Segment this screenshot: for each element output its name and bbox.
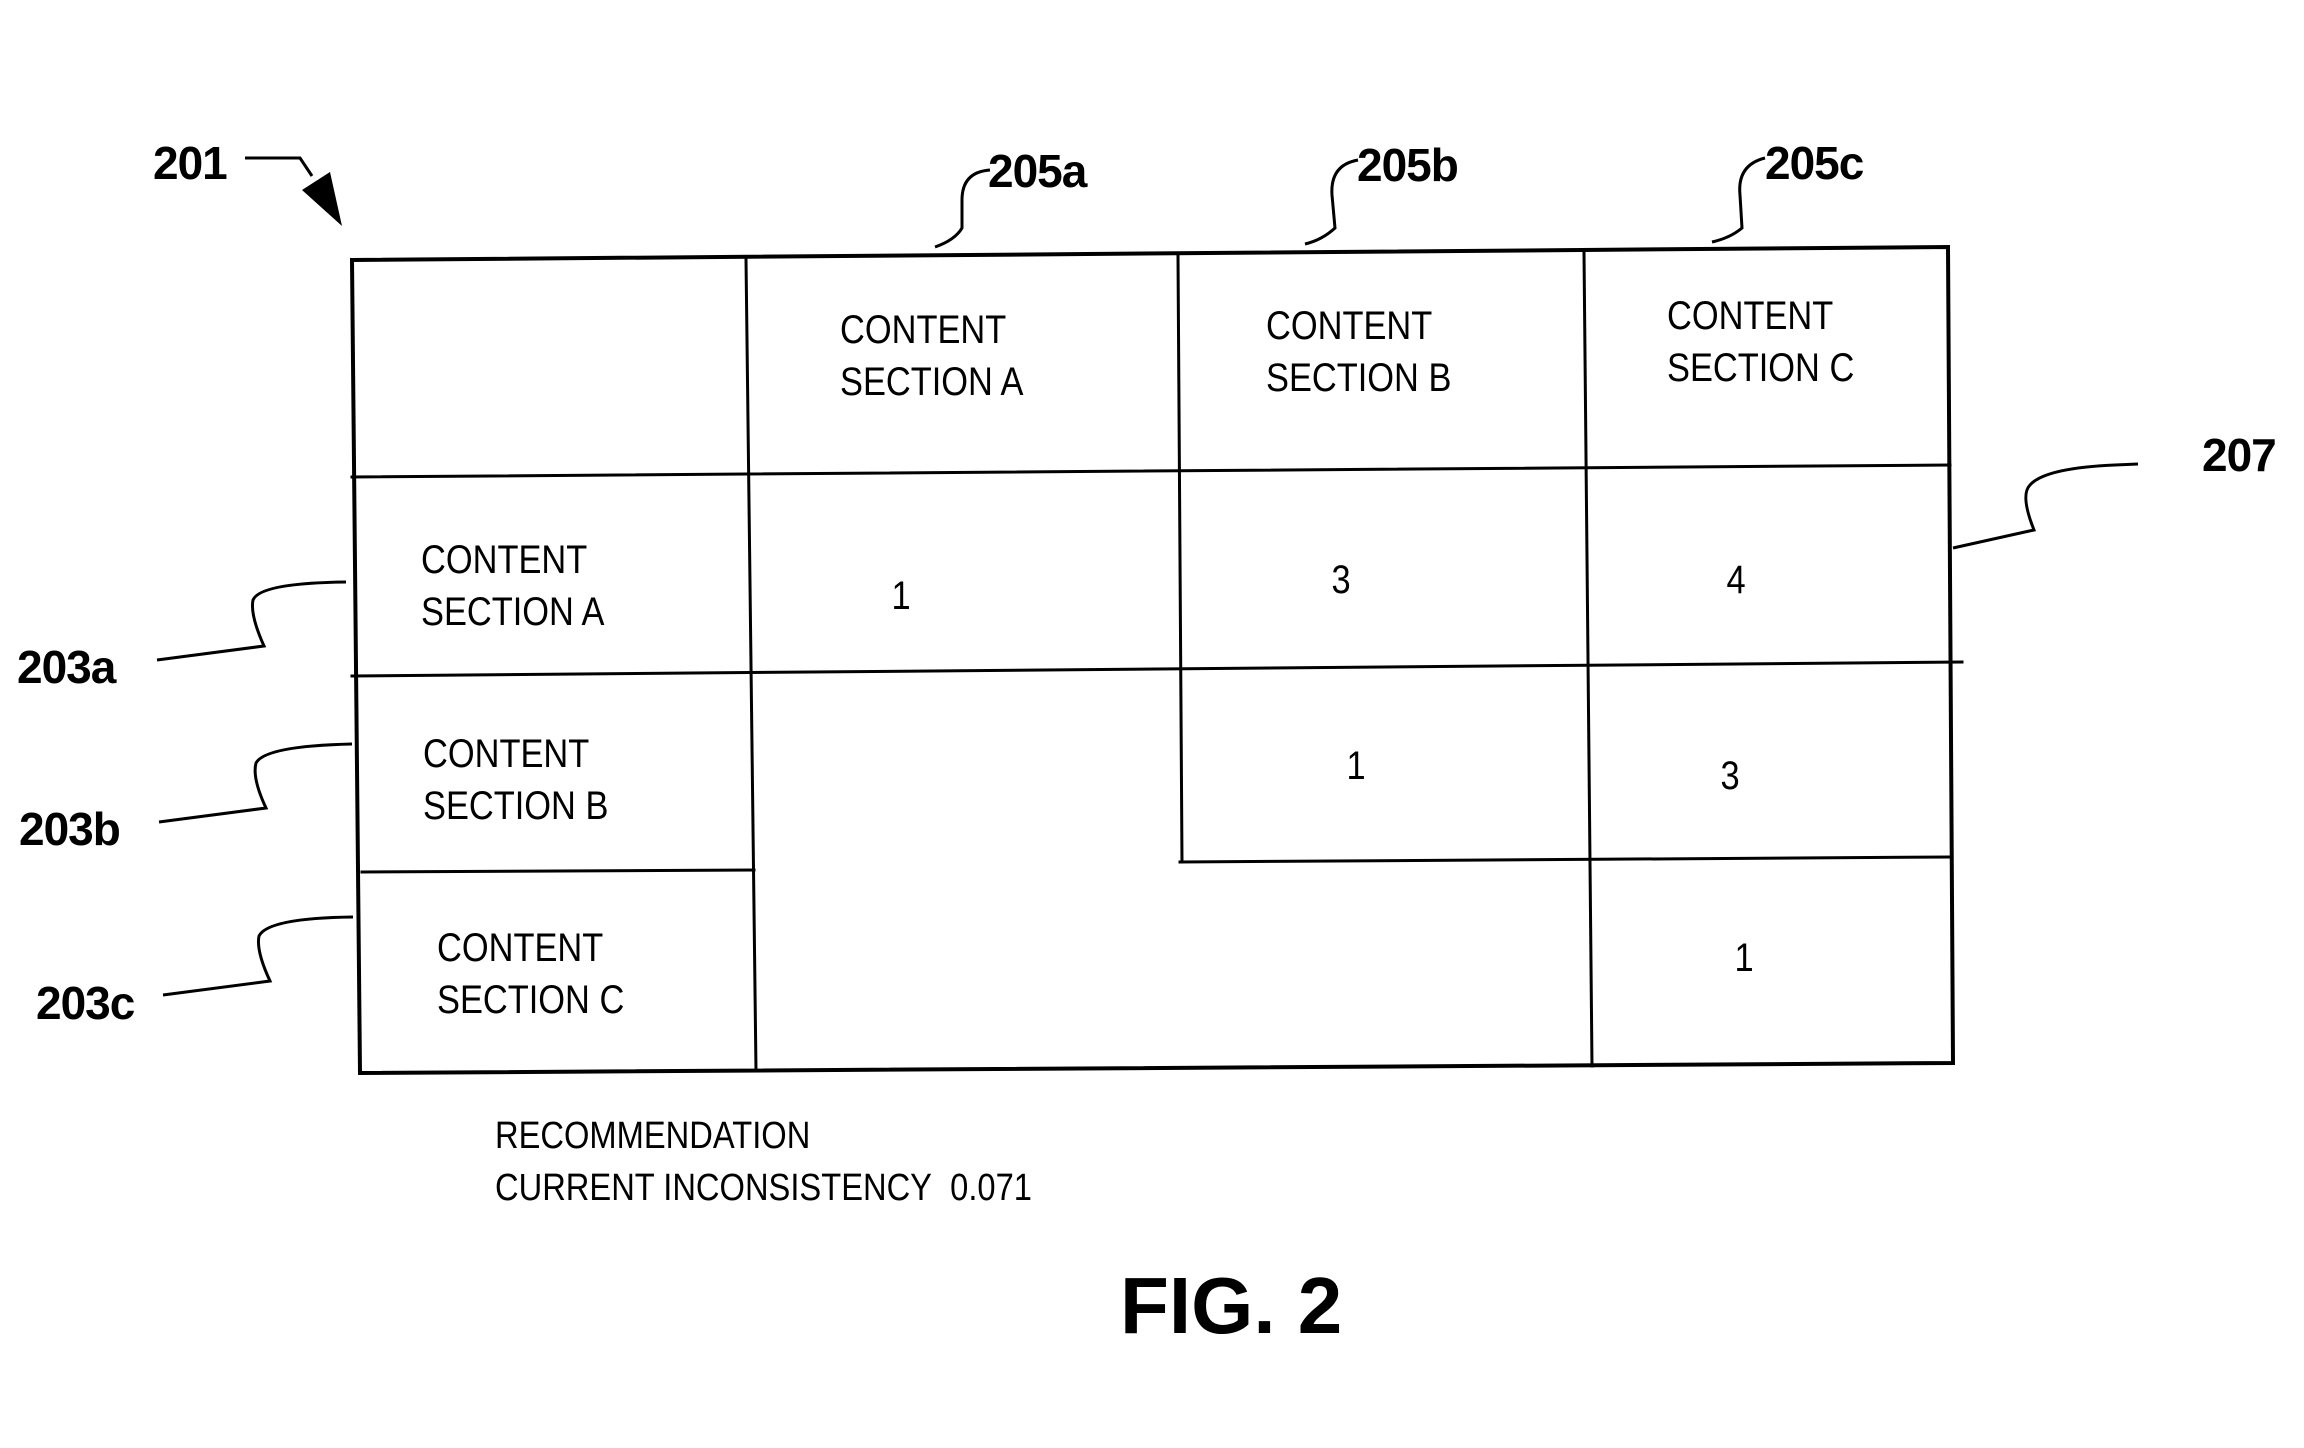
col-divider-3 bbox=[1582, 251, 1594, 1068]
ref-205c: 205c bbox=[1765, 137, 1864, 189]
ref-205a: 205a bbox=[988, 145, 1087, 197]
inconsistency-line: CURRENT INCONSISTENCY 0.071 bbox=[495, 1162, 1032, 1214]
ref-203b: 203b bbox=[19, 803, 121, 855]
column-header-b-line1: CONTENT bbox=[1266, 304, 1433, 348]
row-header-c-line1: CONTENT bbox=[437, 926, 604, 970]
column-header-b-line2: SECTION B bbox=[1266, 356, 1452, 400]
diagram-lines bbox=[156, 156, 2139, 1076]
inconsistency-label: CURRENT INCONSISTENCY bbox=[495, 1167, 932, 1209]
row-header-a-line2: SECTION A bbox=[421, 590, 605, 634]
leader-203b bbox=[158, 742, 353, 824]
ref-203a: 203a bbox=[17, 641, 116, 693]
leader-205b bbox=[1304, 158, 1359, 246]
cell-a-b: 3 bbox=[1331, 558, 1351, 602]
leader-201 bbox=[245, 156, 314, 177]
ref-203c: 203c bbox=[36, 977, 135, 1029]
cell-b-c: 3 bbox=[1720, 754, 1740, 798]
leader-205a bbox=[934, 168, 991, 249]
row-b-divider-values bbox=[1178, 855, 1952, 864]
leader-207 bbox=[1952, 462, 2139, 550]
row-header-c: CONTENT SECTION C bbox=[437, 922, 624, 1026]
col-divider-2 bbox=[1176, 254, 1184, 864]
cell-b-b: 1 bbox=[1346, 744, 1366, 788]
column-header-a-line2: SECTION A bbox=[840, 360, 1024, 404]
leader-203c bbox=[162, 915, 354, 997]
cell-a-c: 4 bbox=[1726, 558, 1746, 602]
row-header-a: CONTENT SECTION A bbox=[421, 534, 605, 638]
column-header-a-line1: CONTENT bbox=[840, 308, 1007, 352]
recommendation-label: RECOMMENDATION bbox=[495, 1115, 811, 1157]
row-header-b-line1: CONTENT bbox=[423, 732, 590, 776]
row-header-a-line1: CONTENT bbox=[421, 538, 588, 582]
column-header-c-line2: SECTION C bbox=[1667, 346, 1855, 390]
leader-203a bbox=[156, 580, 347, 662]
header-row-divider bbox=[350, 463, 1952, 479]
column-header-c-line1: CONTENT bbox=[1667, 294, 1834, 338]
figure-caption: FIG. 2 bbox=[1120, 1261, 1343, 1350]
column-header-c: CONTENT SECTION C bbox=[1667, 290, 1854, 394]
row-header-b: CONTENT SECTION B bbox=[423, 728, 608, 832]
row-a-divider bbox=[350, 660, 1964, 678]
row-header-b-line2: SECTION B bbox=[423, 784, 609, 828]
column-header-b: CONTENT SECTION B bbox=[1266, 300, 1451, 404]
cell-a-a: 1 bbox=[891, 574, 911, 618]
recommendation-note: RECOMMENDATION CURRENT INCONSISTENCY 0.0… bbox=[495, 1110, 1032, 1214]
leader-205c bbox=[1711, 156, 1766, 244]
arrow-201-icon bbox=[302, 172, 342, 226]
ref-205b: 205b bbox=[1357, 139, 1459, 191]
column-header-a: CONTENT SECTION A bbox=[840, 304, 1024, 408]
inconsistency-value: 0.071 bbox=[950, 1167, 1032, 1209]
row-b-divider-label bbox=[360, 868, 756, 874]
ref-201: 201 bbox=[153, 137, 228, 189]
col-divider-1 bbox=[744, 257, 758, 1073]
cell-c-c: 1 bbox=[1734, 936, 1754, 980]
ref-207: 207 bbox=[2202, 429, 2277, 481]
row-header-c-line2: SECTION C bbox=[437, 978, 625, 1022]
